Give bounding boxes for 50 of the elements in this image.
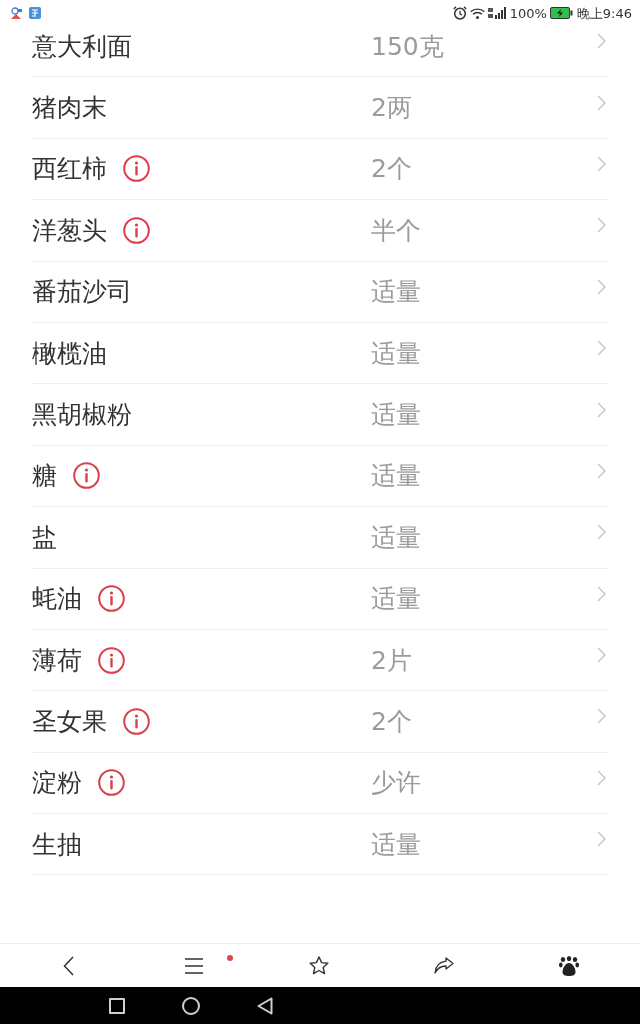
app-notification-icon [29, 7, 41, 19]
info-icon[interactable] [123, 708, 150, 735]
clock-time: 晚上9:46 [576, 6, 632, 20]
ingredient-amount: 2片 [371, 647, 412, 673]
ingredient-name: 糖 [32, 463, 57, 489]
ingredient-name: 黑胡椒粉 [32, 402, 132, 428]
ingredient-amount: 少许 [371, 770, 421, 796]
ingredient-name: 橄榄油 [32, 340, 107, 366]
paw-icon[interactable] [559, 955, 580, 976]
ingredient-name: 淀粉 [32, 770, 82, 796]
info-icon[interactable] [123, 216, 150, 244]
star-icon [309, 956, 329, 975]
ingredient-name: 洋葱头 [32, 217, 107, 243]
info-icon[interactable] [98, 769, 125, 797]
ingredient-amount: 适量 [371, 340, 421, 366]
alarm-icon [452, 6, 467, 20]
ingredient-name: 圣女果 [32, 709, 107, 734]
ingredient-amount: 适量 [371, 279, 421, 305]
ingredient-name: 西红柿 [32, 156, 107, 182]
ingredient-amount: 150克 [371, 33, 444, 59]
info-icon[interactable] [98, 585, 125, 613]
home-button[interactable] [182, 996, 200, 1015]
info-icon[interactable] [98, 646, 125, 674]
ingredient-name: 番茄沙司 [32, 279, 132, 305]
ingredient-amount: 适量 [371, 586, 421, 612]
ingredient-amount: 半个 [371, 217, 421, 243]
signal-icon [487, 7, 508, 19]
ingredient-name: 蚝油 [32, 586, 82, 612]
ingredient-amount: 适量 [371, 463, 421, 489]
ingredient-amount: 适量 [371, 524, 421, 550]
info-icon[interactable] [123, 155, 150, 183]
ingredient-name: 意大利面 [32, 33, 132, 59]
app-notification-icon [10, 6, 23, 20]
battery-percent: 100% [509, 6, 547, 20]
ingredient-amount: 2个 [371, 709, 412, 734]
recent-apps-button[interactable] [109, 997, 125, 1014]
ingredient-name: 猪肉末 [32, 95, 107, 121]
wifi-icon [469, 7, 485, 19]
ingredient-name: 薄荷 [32, 647, 82, 673]
ingredient-amount: 2两 [371, 95, 412, 121]
back-icon [63, 955, 75, 976]
share-icon [434, 957, 455, 974]
back-nav-icon[interactable] [257, 996, 273, 1015]
ingredient-name: 盐 [32, 524, 57, 550]
ingredient-name: 生抽 [32, 831, 82, 857]
ingredient-amount: 2个 [371, 156, 412, 182]
info-icon[interactable] [73, 462, 100, 490]
ingredient-amount: 适量 [371, 402, 421, 428]
menu-icon [184, 957, 203, 974]
ingredient-amount: 适量 [371, 831, 421, 857]
